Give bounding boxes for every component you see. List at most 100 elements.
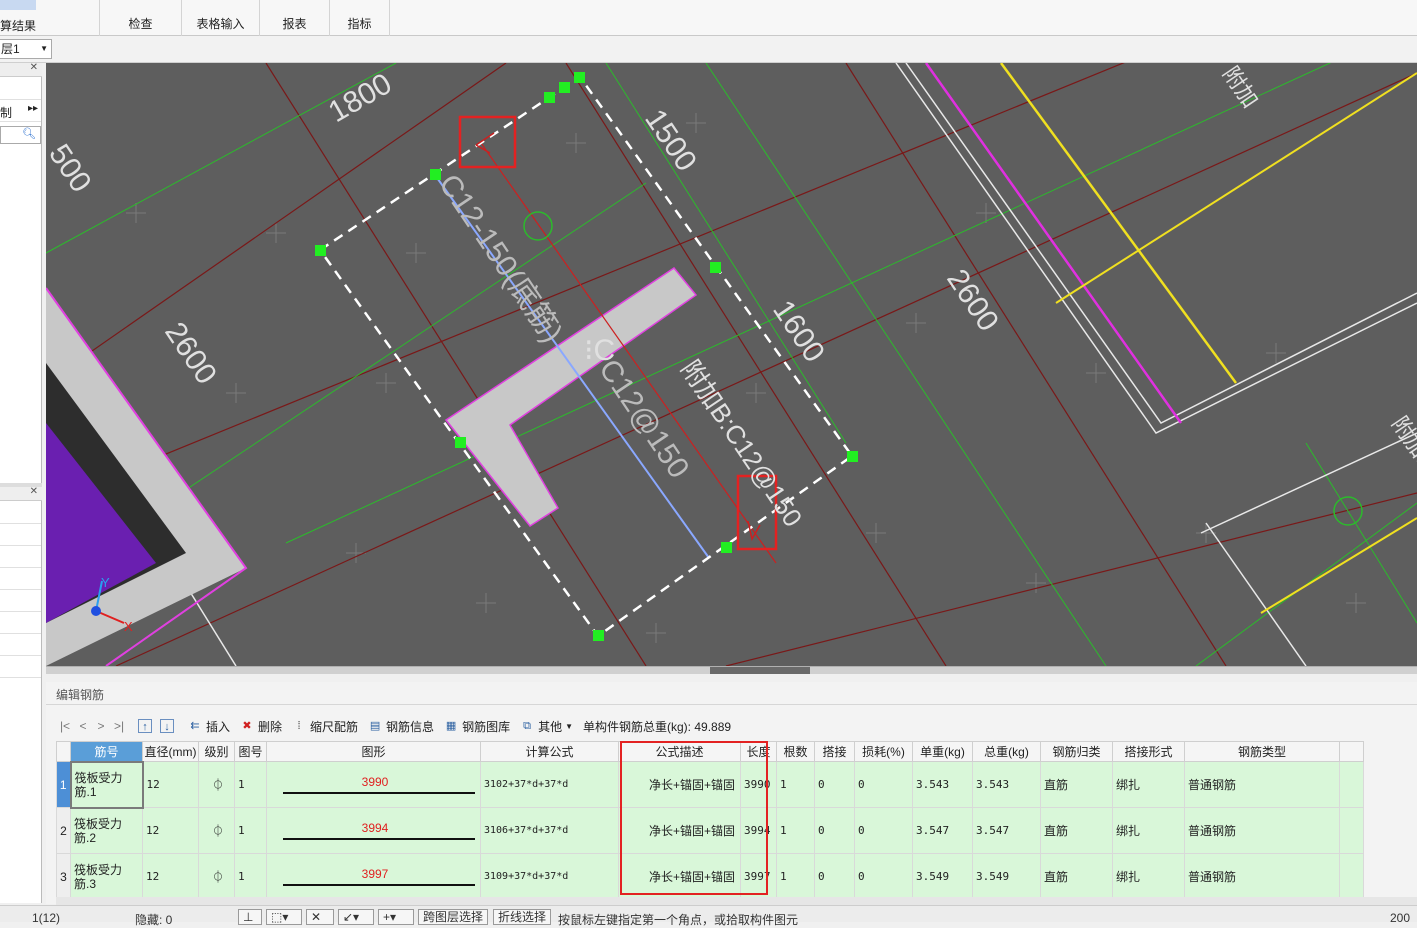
search-icon[interactable]: 🔍︎ [22,127,36,140]
category-cell[interactable]: 直筋 [1040,807,1113,854]
total-weight-cell[interactable]: 3.549 [972,853,1041,900]
view-splitter[interactable] [46,666,1417,674]
property-row[interactable] [0,525,41,546]
delete-button[interactable]: ✖ 删除 [240,718,282,735]
shape-length[interactable]: 3990 [362,775,389,789]
cad-viewport[interactable]: 1800 1500 500 2600 2600 1600 C12-150(底筋)… [46,63,1417,666]
rebar-name-cell[interactable]: 筏板受力筋.1 [69,760,144,809]
formula-desc-cell[interactable]: 净长+锚固+锚固 [618,761,741,808]
grade-cell[interactable]: ⏀ [198,853,235,900]
category-cell[interactable]: 直筋 [1040,853,1113,900]
loss-cell[interactable]: 0 [854,807,913,854]
row-number[interactable]: 2 [56,807,71,854]
diameter-cell[interactable]: 12 [142,853,199,900]
length-cell[interactable]: 3994 [740,807,777,854]
figure-number-cell[interactable]: 1 [234,853,267,900]
count-cell[interactable]: 1 [776,807,815,854]
rebar-type-cell[interactable]: 普通钢筋 [1184,807,1340,854]
property-row[interactable] [0,591,41,612]
unit-weight-cell[interactable]: 3.543 [912,761,973,808]
formula-cell[interactable]: 3106+37*d+37*d [480,807,619,854]
grade-cell[interactable]: ⏀ [198,807,235,854]
move-down-button[interactable]: ↓ [160,719,178,733]
property-row[interactable] [0,503,41,524]
length-cell[interactable]: 3997 [740,853,777,900]
property-row[interactable] [0,547,41,568]
ribbon-group-check[interactable]: 检查 [100,0,182,36]
formula-desc-cell[interactable]: 净长+锚固+锚固 [618,853,741,900]
ribbon-group-index[interactable]: 指标 [330,0,390,36]
col-header[interactable]: 长度 [740,741,777,762]
lap-form-cell[interactable]: 绑扎 [1112,761,1185,808]
col-header[interactable]: 公式描述 [618,741,741,762]
total-weight-cell[interactable]: 3.547 [972,807,1041,854]
table-horizontal-scrollbar[interactable] [56,897,1417,905]
floor-select[interactable]: 层1 ▼ [0,39,52,59]
row-number[interactable]: 1 [56,761,71,808]
col-header[interactable]: 直径(mm) [142,741,199,762]
table-row[interactable]: 1 筏板受力筋.1 12 ⏀ 1 3990 3102+37*d+37*d 净长+… [56,760,1364,809]
rebar-name-cell[interactable]: 筏板受力筋.3 [70,853,143,900]
ribbon-group-report[interactable]: 报表 [260,0,330,36]
lap-form-cell[interactable]: 绑扎 [1112,807,1185,854]
diameter-cell[interactable]: 12 [142,807,199,854]
grade-cell[interactable]: ⏀ [198,761,235,808]
col-header[interactable]: 计算公式 [480,741,619,762]
prev-record-button[interactable]: < [74,719,92,733]
panel-row-expand[interactable]: 制 ▸▸ [0,101,41,122]
col-header[interactable]: 筋号 [70,741,143,762]
col-header[interactable]: 级别 [198,741,235,762]
property-row[interactable] [0,635,41,656]
lap-cell[interactable]: 0 [814,807,855,854]
table-row[interactable]: 3 筏板受力筋.3 12 ⏀ 1 3997 3109+37*d+37*d 净长+… [56,853,1364,900]
add-button[interactable]: +▾ [378,909,414,925]
close-icon[interactable]: ✕ [30,486,38,497]
col-header[interactable]: 搭接 [814,741,855,762]
property-row[interactable] [0,657,41,678]
next-record-button[interactable]: > [92,719,110,733]
rebar-name-cell[interactable]: 筏板受力筋.2 [70,807,143,854]
table-row[interactable]: 2 筏板受力筋.2 12 ⏀ 1 3994 3106+37*d+37*d 净长+… [56,807,1364,854]
figure-number-cell[interactable]: 1 [234,807,267,854]
shape-cell[interactable]: 3990 [266,761,481,808]
loss-cell[interactable]: 0 [854,853,913,900]
shape-cell[interactable]: 3997 [266,853,481,900]
figure-number-cell[interactable]: 1 [234,761,267,808]
select-mode-button[interactable]: ⊥ [238,909,262,925]
search-input[interactable]: 🔍︎ [0,126,41,144]
insert-button[interactable]: ⇇ 插入 [188,718,230,735]
formula-desc-cell[interactable]: 净长+锚固+锚固 [618,807,741,854]
total-weight-cell[interactable]: 3.543 [972,761,1041,808]
polyline-select-button[interactable]: 折线选择 [493,909,552,925]
unit-weight-cell[interactable]: 3.549 [912,853,973,900]
cad-drawing[interactable]: 1800 1500 500 2600 2600 1600 C12-150(底筋)… [46,63,1417,666]
col-header[interactable]: 总重(kg) [972,741,1041,762]
scale-rebar-button[interactable]: ⁞ 缩尺配筋 [292,718,359,735]
last-record-button[interactable]: >| [110,719,128,733]
close-icon[interactable]: ✕ [30,62,38,73]
count-cell[interactable]: 1 [776,853,815,900]
cross-layer-select-button[interactable]: 跨图层选择 [418,909,489,925]
rebar-type-cell[interactable]: 普通钢筋 [1184,853,1340,900]
first-record-button[interactable]: |< [56,719,74,733]
col-header[interactable]: 单重(kg) [912,741,973,762]
lap-form-cell[interactable]: 绑扎 [1112,853,1185,900]
cross-select-button[interactable]: ✕ [306,909,334,925]
formula-cell[interactable]: 3109+37*d+37*d [480,853,619,900]
formula-cell[interactable]: 3102+37*d+37*d [480,761,619,808]
col-header[interactable]: 图形 [266,741,481,762]
shape-cell[interactable]: 3994 [266,807,481,854]
diameter-cell[interactable]: 12 [142,761,199,808]
rebar-library-button[interactable]: ▦ 钢筋图库 [444,718,510,735]
col-header[interactable]: 搭接形式 [1112,741,1185,762]
move-up-button[interactable]: ↑ [138,719,156,733]
lap-cell[interactable]: 0 [814,761,855,808]
col-header[interactable]: 损耗(%) [854,741,913,762]
box-select-button[interactable]: ⬚▾ [266,909,302,925]
splitter-grip[interactable] [710,667,810,674]
property-row[interactable] [0,613,41,634]
snap-button[interactable]: ↙▾ [338,909,374,925]
rebar-info-button[interactable]: ▤ 钢筋信息 [368,718,434,735]
loss-cell[interactable]: 0 [854,761,913,808]
rebar-type-cell[interactable]: 普通钢筋 [1184,761,1340,808]
